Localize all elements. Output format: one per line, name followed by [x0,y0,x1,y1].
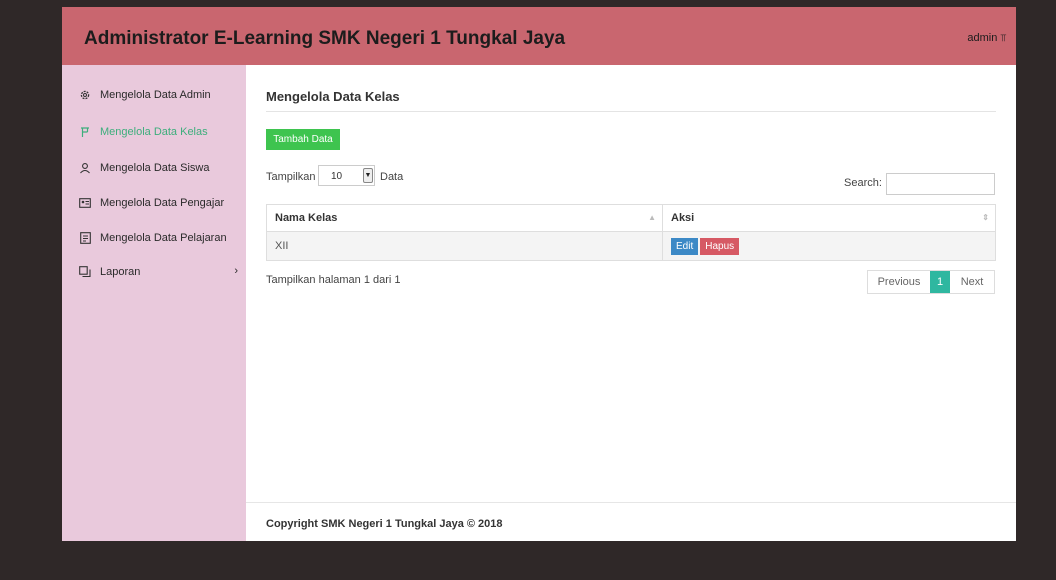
sidebar: Mengelola Data Admin Mengelola Data Kela… [62,65,246,541]
document-icon [78,232,92,244]
divider [246,502,1016,503]
sidebar-item-label: Mengelola Data Siswa [100,162,210,174]
table-info: Tampilkan halaman 1 dari 1 [266,274,401,286]
add-data-button[interactable]: Tambah Data [266,129,340,150]
sort-icon: ⇕ [982,213,989,222]
length-suffix: Data [380,171,404,183]
sidebar-item-laporan[interactable]: Laporan › [78,263,238,281]
search-label: Search: [844,177,882,189]
main-content: Mengelola Data Kelas Tambah Data Tampilk… [246,65,1016,541]
pagination: Previous 1 Next [867,270,995,294]
sidebar-item-label: Laporan [100,266,141,278]
sidebar-item-admin[interactable]: Mengelola Data Admin [78,86,238,104]
page-1-button[interactable]: 1 [930,271,950,293]
next-page-button[interactable]: Next [950,271,994,293]
page-length-select[interactable]: 10 ▼ [318,165,375,186]
table-row: XII Edit Hapus [266,231,996,261]
table-header-row: Nama Kelas ▲ Aksi ⇕ [266,204,996,232]
double-chevron-down-icon: ⫪ [1000,33,1006,44]
divider [266,111,996,112]
page-length-value: 10 [331,171,343,182]
column-header-label: Nama Kelas [275,212,338,224]
search-input[interactable] [886,173,995,195]
sidebar-item-label: Mengelola Data Pengajar [100,197,225,209]
cell-nama-kelas: XII [266,231,663,261]
sidebar-item-siswa[interactable]: Mengelola Data Siswa [78,159,238,177]
sidebar-item-label: Mengelola Data Pelajaran [100,232,227,244]
caret-down-icon: ▼ [363,168,373,183]
sidebar-item-label: Mengelola Data Kelas [100,126,208,138]
sidebar-item-kelas[interactable]: Mengelola Data Kelas [78,123,238,141]
username: admin [967,32,998,44]
cell-aksi: Edit Hapus [662,231,996,261]
column-header-aksi[interactable]: Aksi ⇕ [662,204,996,232]
delete-button[interactable]: Hapus [700,237,740,255]
gear-icon [78,89,92,101]
length-label: Tampilkan [266,171,316,183]
sidebar-item-pelajaran[interactable]: Mengelola Data Pelajaran [78,229,238,247]
column-header-label: Aksi [671,212,695,224]
data-table: Nama Kelas ▲ Aksi ⇕ XII Edit Hapus [266,204,996,261]
flag-icon [78,126,92,138]
app-title: Administrator E-Learning SMK Negeri 1 Tu… [84,28,566,49]
column-header-nama-kelas[interactable]: Nama Kelas ▲ [266,204,663,232]
sidebar-item-pengajar[interactable]: Mengelola Data Pengajar [78,194,238,212]
app-window: Administrator E-Learning SMK Negeri 1 Tu… [62,7,1016,541]
report-icon [78,266,92,278]
page-title: Mengelola Data Kelas [266,89,400,104]
user-menu[interactable]: admin ⫪ [967,32,1006,44]
previous-page-button[interactable]: Previous [868,271,930,293]
sidebar-item-label: Mengelola Data Admin [100,89,211,101]
top-bar: Administrator E-Learning SMK Negeri 1 Tu… [62,7,1016,65]
edit-button[interactable]: Edit [671,237,699,255]
id-card-icon [78,197,92,209]
sort-asc-icon: ▲ [648,213,656,222]
chevron-right-icon: › [234,265,238,277]
user-icon [78,162,92,174]
footer-copyright: Copyright SMK Negeri 1 Tungkal Jaya © 20… [266,518,503,530]
